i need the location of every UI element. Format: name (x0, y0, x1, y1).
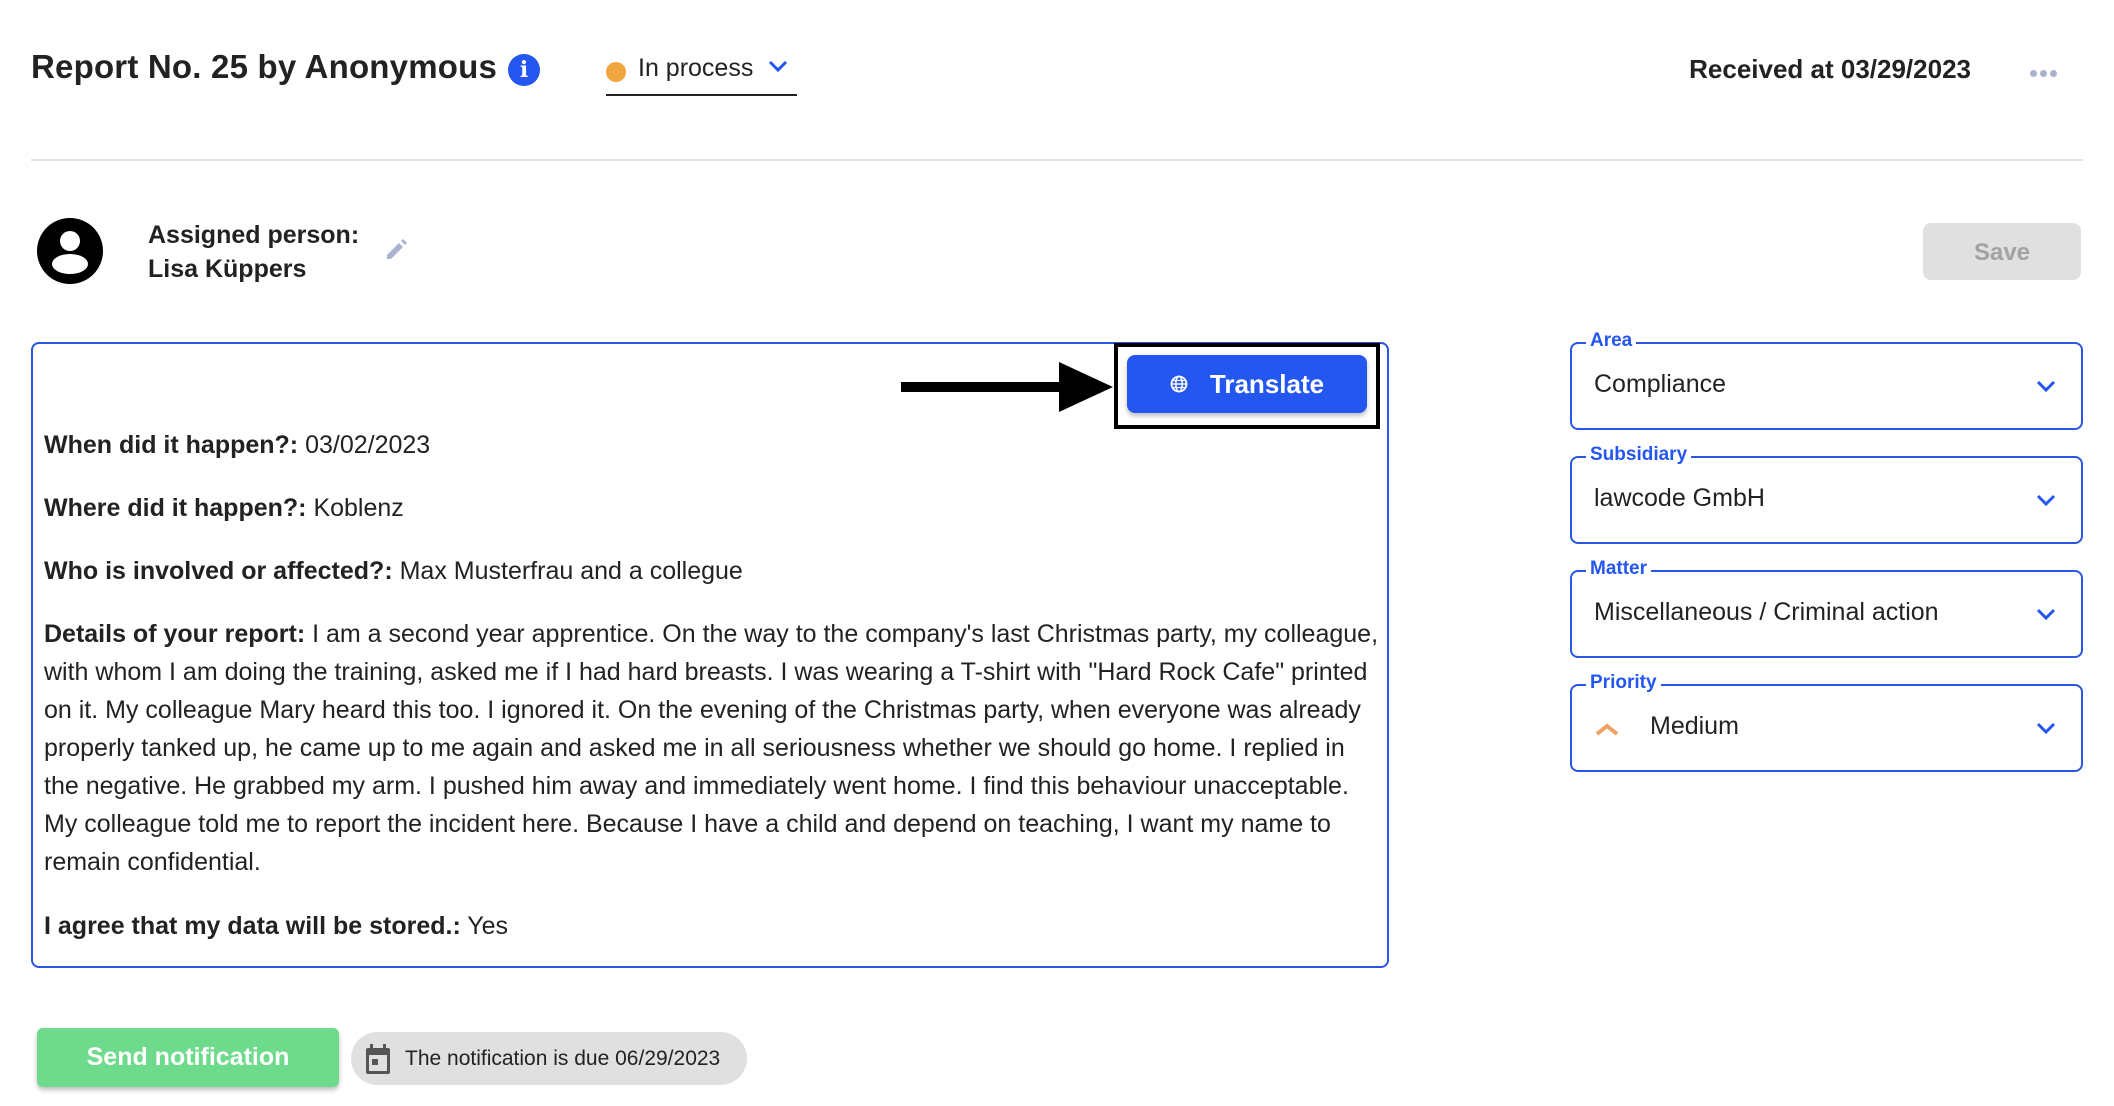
area-dropdown[interactable]: Area Compliance (1570, 330, 2083, 430)
avatar-icon (37, 218, 103, 284)
dropdown-label: Subsidiary (1586, 444, 1692, 466)
field-label: Where did it happen?: (44, 494, 307, 522)
header-divider (31, 159, 2083, 161)
send-notification-button[interactable]: Send notification (37, 1028, 339, 1087)
dropdown-value: Medium (1650, 712, 1739, 740)
notification-due-text: The notification is due 06/29/2023 (405, 1046, 721, 1070)
field-label: When did it happen?: (44, 431, 299, 459)
report-field-who: Who is involved or affected?: Max Muster… (44, 552, 1379, 590)
subsidiary-dropdown[interactable]: Subsidiary lawcode GmbH (1570, 444, 2083, 544)
chevron-down-icon (2036, 380, 2056, 393)
report-field-consent: I agree that my data will be stored.: Ye… (44, 907, 1379, 945)
info-icon[interactable]: i (508, 54, 540, 86)
report-field-where: Where did it happen?: Koblenz (44, 489, 1379, 527)
field-label: Who is involved or affected?: (44, 557, 393, 585)
dropdown-label: Area (1586, 330, 1637, 352)
received-date: Received at 03/29/2023 (1689, 54, 1971, 84)
priority-medium-icon (1595, 723, 1619, 736)
dropdown-label: Priority (1586, 672, 1661, 694)
translate-label: Translate (1209, 368, 1325, 399)
chevron-down-icon (768, 60, 788, 73)
matter-dropdown[interactable]: Matter Miscellaneous / Criminal action (1570, 558, 2083, 658)
status-dropdown[interactable]: In process (606, 46, 797, 96)
field-label: Details of your report: (44, 620, 306, 648)
more-horizontal-icon[interactable] (2030, 64, 2060, 82)
chevron-down-icon (2036, 608, 2056, 621)
status-label: In process (638, 54, 754, 82)
field-value: Koblenz (306, 494, 404, 522)
dropdown-label: Matter (1586, 558, 1652, 580)
field-label: I agree that my data will be stored.: (44, 912, 461, 940)
calendar-icon (366, 1043, 390, 1074)
dropdown-value: lawcode GmbH (1594, 484, 1765, 512)
assigned-person-label: Assigned person: (148, 221, 360, 249)
translate-button[interactable]: Translate (1127, 355, 1367, 413)
pencil-icon[interactable] (384, 236, 410, 262)
assigned-person: Assigned person: Lisa Küppers (148, 218, 359, 286)
assigned-person-name: Lisa Küppers (148, 255, 307, 283)
save-button[interactable]: Save (1923, 223, 2081, 280)
dropdown-value: Miscellaneous / Criminal action (1594, 598, 1939, 626)
field-value: Yes (460, 912, 509, 940)
page-title: Report No. 25 by Anonymous (31, 48, 498, 85)
globe-icon (1170, 375, 1188, 393)
chevron-down-icon (2036, 722, 2056, 735)
report-field-details: Details of your report: I am a second ye… (44, 615, 1379, 881)
arrow-annotation-icon (901, 362, 1113, 412)
report-field-when: When did it happen?: 03/02/2023 (44, 426, 1379, 464)
field-value: 03/02/2023 (298, 431, 431, 459)
notification-due-chip: The notification is due 06/29/2023 (351, 1032, 747, 1085)
chevron-down-icon (2036, 494, 2056, 507)
field-value: I am a second year apprentice. On the wa… (44, 620, 1379, 876)
field-value: Max Musterfrau and a collegue (392, 557, 743, 585)
priority-dropdown[interactable]: Priority Medium (1570, 672, 2083, 772)
status-dot-icon (606, 62, 626, 82)
dropdown-value: Compliance (1594, 370, 1727, 398)
